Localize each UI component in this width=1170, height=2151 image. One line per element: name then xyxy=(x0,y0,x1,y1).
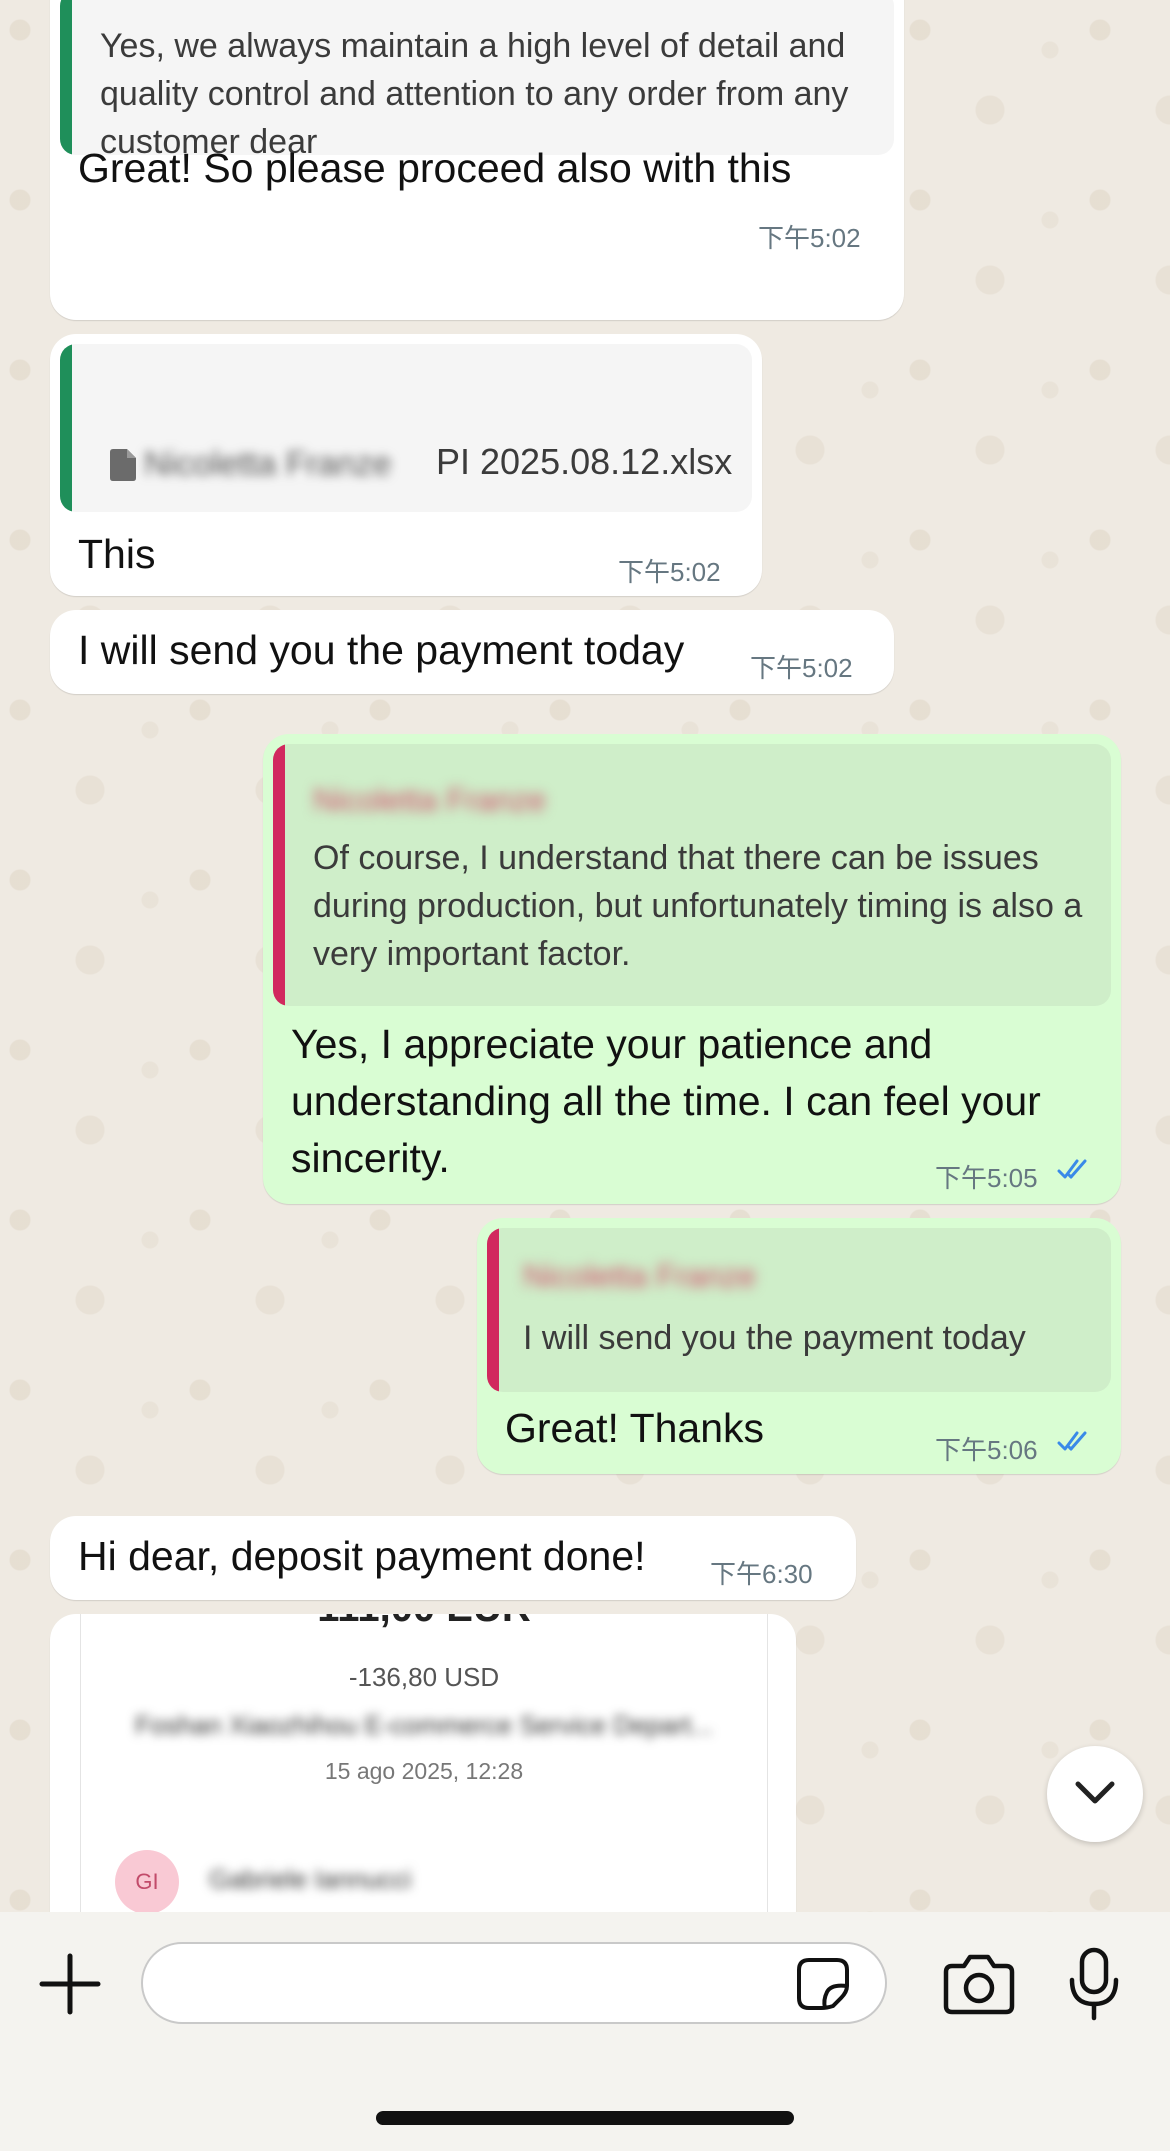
sticker-icon[interactable] xyxy=(795,1956,851,2017)
avatar-initials: GI xyxy=(135,1869,159,1894)
file-sender-name: Nicoletta Franze xyxy=(144,445,392,483)
quote-bar xyxy=(60,0,72,155)
quoted-sender-name: Nicoletta Franze xyxy=(523,1258,756,1294)
receipt-image[interactable]: 111,00 EUR -136,80 USD Foshan Xiaozhihou… xyxy=(80,1614,768,1912)
message-text: Great! So please proceed also with this xyxy=(78,145,792,191)
quote-bar xyxy=(273,744,285,1006)
home-indicator[interactable] xyxy=(376,2111,794,2125)
receipt-amount-eur: 111,00 EUR xyxy=(81,1614,767,1631)
message-text: This xyxy=(78,531,156,577)
message-time: 下午6:30 xyxy=(710,1559,813,1589)
microphone-icon[interactable] xyxy=(1068,1946,1120,2027)
quoted-text: Of course, I understand that there can b… xyxy=(313,839,1083,973)
message-input[interactable] xyxy=(141,1942,887,2024)
quote-bar xyxy=(487,1228,499,1392)
double-check-icon xyxy=(1057,1158,1093,1187)
quote-bar xyxy=(60,344,72,512)
message-bubble-outgoing[interactable]: Nicoletta Franze Of course, I understand… xyxy=(263,734,1121,1204)
camera-icon[interactable] xyxy=(942,1952,1016,2021)
receipt-amount-usd: -136,80 USD xyxy=(348,1662,500,1692)
message-bubble-incoming[interactable]: I will send you the payment today 下午5:02 xyxy=(50,610,894,694)
plus-icon[interactable] xyxy=(38,1952,102,2021)
quoted-sender-name: Nicoletta Franze xyxy=(313,782,546,818)
scroll-to-bottom-button[interactable] xyxy=(1047,1746,1143,1842)
message-text: Great! Thanks xyxy=(505,1405,765,1451)
message-text: I will send you the payment today xyxy=(78,627,685,673)
message-time: 下午5:02 xyxy=(750,653,853,683)
file-name: PI 2025.08.12.xlsx xyxy=(436,441,733,482)
double-check-icon xyxy=(1057,1430,1093,1459)
quoted-text: I will send you the payment today xyxy=(523,1319,1026,1357)
document-icon xyxy=(110,449,136,486)
quoted-text: Yes, we always maintain a high level of … xyxy=(100,27,849,155)
quoted-message[interactable]: Nicoletta Franze Of course, I understand… xyxy=(273,744,1111,1006)
receipt-recipient: Foshan Xiaozhihou E-commerce Service Dep… xyxy=(134,1710,714,1740)
receipt-date: 15 ago 2025, 12:28 xyxy=(324,1758,524,1784)
avatar: GI xyxy=(115,1850,179,1912)
message-bubble-incoming[interactable]: Nicoletta Franze PI 2025.08.12.xlsx This… xyxy=(50,334,762,596)
message-bubble-incoming[interactable]: Hi dear, deposit payment done! 下午6:30 xyxy=(50,1516,856,1600)
message-bubble-incoming[interactable]: Yes, we always maintain a high level of … xyxy=(50,0,904,320)
message-time: 下午5:02 xyxy=(618,557,721,587)
quoted-message[interactable]: Nicoletta Franze I will send you the pay… xyxy=(487,1228,1111,1392)
message-time: 下午5:05 xyxy=(935,1163,1038,1193)
message-text: Hi dear, deposit payment done! xyxy=(78,1533,646,1579)
quoted-message[interactable]: Yes, we always maintain a high level of … xyxy=(60,0,894,155)
message-time: 下午5:06 xyxy=(935,1435,1038,1465)
chat-background: Yes, we always maintain a high level of … xyxy=(0,0,1170,1912)
image-message[interactable]: 111,00 EUR -136,80 USD Foshan Xiaozhihou… xyxy=(50,1614,796,1912)
chevron-down-icon xyxy=(1074,1780,1116,1813)
file-attachment-preview[interactable]: Nicoletta Franze PI 2025.08.12.xlsx xyxy=(60,344,752,512)
message-time: 下午5:02 xyxy=(758,223,861,253)
message-bubble-outgoing[interactable]: Nicoletta Franze I will send you the pay… xyxy=(477,1218,1121,1474)
receipt-payer: Gabriele Iannucci xyxy=(209,1864,412,1894)
